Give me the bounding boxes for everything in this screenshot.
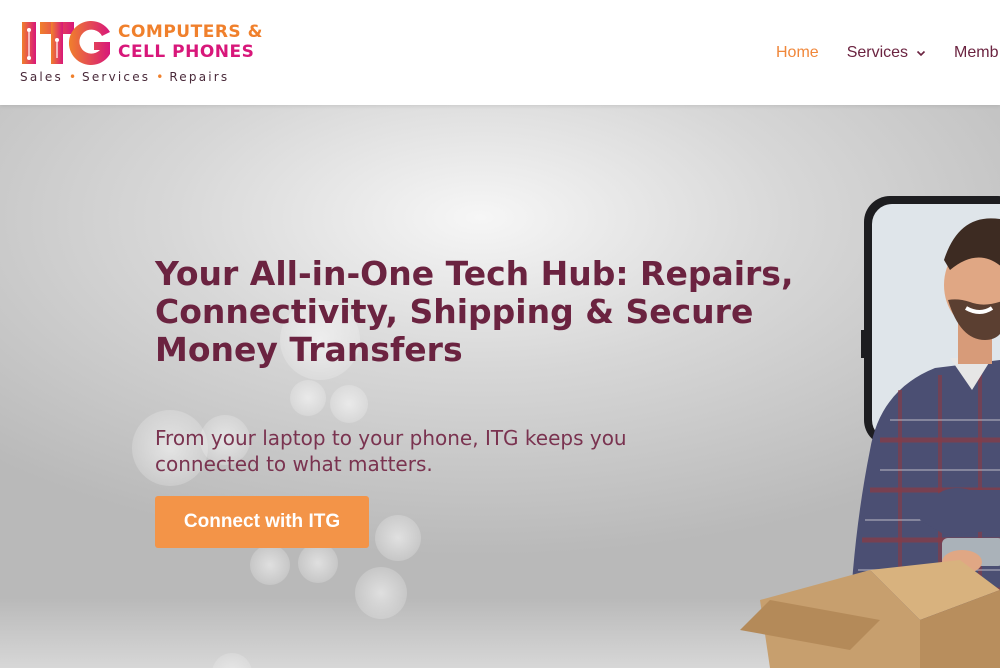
site-header: COMPUTERS & CELL PHONES Sales • Services • R… bbox=[0, 0, 1000, 105]
nav-item-label: Home bbox=[776, 44, 819, 61]
nav-item-services[interactable]: Services bbox=[847, 44, 926, 62]
hero-subtitle: From your laptop to your phone, ITG keep… bbox=[155, 426, 627, 476]
hero-title: Your All-in-One Tech Hub: Repairs, Conne… bbox=[155, 254, 794, 369]
chevron-down-icon bbox=[916, 50, 926, 57]
bokeh-bubble bbox=[290, 380, 326, 416]
brand-name: COMPUTERS & CELL PHONES bbox=[118, 22, 263, 62]
nav-item-home[interactable]: Home bbox=[776, 44, 819, 62]
itg-logo-icon bbox=[22, 21, 110, 66]
hero-section: Your All-in-One Tech Hub: Repairs, Conne… bbox=[0, 105, 1000, 668]
tagline-dot-icon: • bbox=[68, 70, 77, 84]
tagline-repairs: Repairs bbox=[169, 70, 230, 84]
nav-item-label: Memb bbox=[954, 44, 999, 61]
tagline-sales: Sales bbox=[20, 70, 63, 84]
brand-name-line1: COMPUTERS & bbox=[118, 22, 263, 42]
brand-logo[interactable]: COMPUTERS & CELL PHONES Sales • Services • R… bbox=[20, 18, 290, 88]
bokeh-bubble bbox=[330, 385, 368, 423]
connect-button[interactable]: Connect with ITG bbox=[155, 496, 369, 548]
brand-tagline: Sales • Services • Repairs bbox=[20, 70, 229, 84]
tagline-dot-icon: • bbox=[156, 70, 164, 84]
bokeh-bubble bbox=[298, 543, 338, 583]
bokeh-bubble bbox=[250, 545, 290, 585]
nav-item-label: Services bbox=[846, 44, 909, 61]
bokeh-bubble bbox=[375, 515, 421, 561]
main-nav: Home Services Memb bbox=[776, 44, 1000, 62]
brand-name-line2: CELL PHONES bbox=[118, 42, 255, 62]
man-with-phone-and-box-icon bbox=[740, 196, 1000, 668]
tagline-services: Services bbox=[82, 70, 151, 84]
nav-item-membership[interactable]: Memb bbox=[954, 44, 998, 62]
